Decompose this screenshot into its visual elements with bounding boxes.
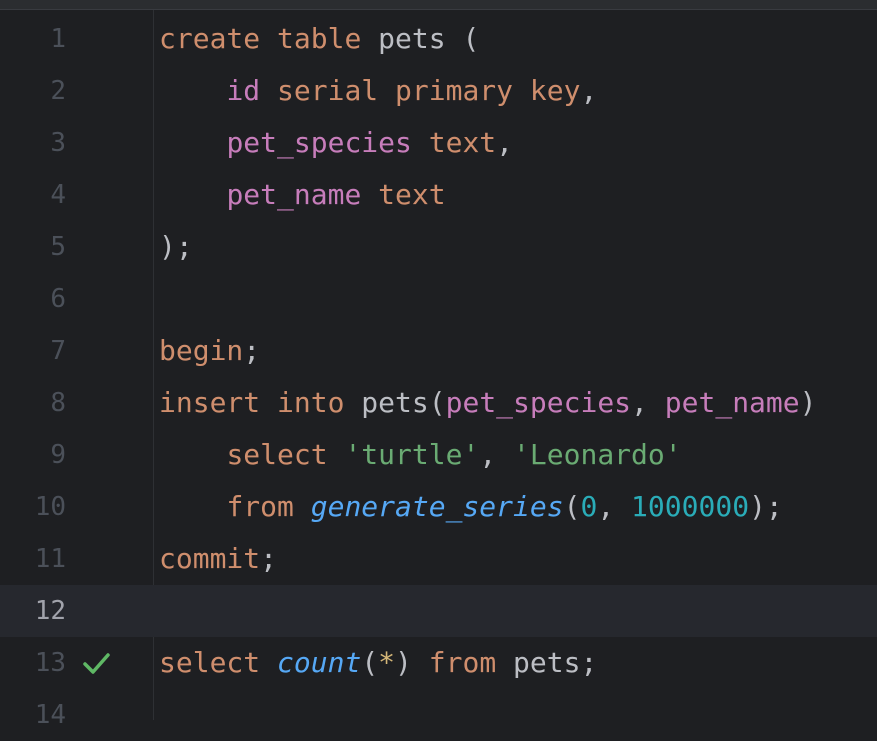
line-number[interactable]: 4 [0, 169, 66, 221]
token-kw: begin [159, 334, 244, 367]
code-line[interactable]: 7 begin; [0, 325, 877, 377]
token-kw: table [277, 22, 362, 55]
line-number[interactable]: 12 [0, 585, 66, 637]
token-plain: , [580, 74, 598, 107]
token-col: pet_species [445, 386, 632, 419]
token-plain: , [479, 438, 514, 471]
token-plain: , [496, 126, 514, 159]
token-plain: ) [395, 646, 429, 679]
code-line[interactable]: 5); [0, 221, 877, 273]
code-line[interactable]: 6 [0, 273, 877, 325]
line-number[interactable]: 11 [0, 533, 66, 585]
token-plain: ); [749, 490, 783, 523]
token-plain: , [597, 490, 632, 523]
code-text[interactable]: pet_species text, [159, 117, 513, 169]
token-kw: select [159, 646, 261, 679]
line-number[interactable]: 13 [0, 637, 66, 689]
code-line[interactable]: 13 select count(*) from pets; [0, 637, 877, 689]
code-line[interactable]: 11 commit; [0, 533, 877, 585]
code-text[interactable]: select 'turtle', 'Leonardo' [159, 429, 682, 481]
token-num: 1000000 [631, 490, 750, 523]
token-kw: text [378, 178, 446, 211]
line-number[interactable]: 9 [0, 429, 66, 481]
line-number[interactable]: 1 [0, 13, 66, 65]
token-plain: ) [799, 386, 817, 419]
token-kw: create [159, 22, 261, 55]
token-plain: pets ( [361, 22, 480, 55]
code-text[interactable]: insert into pets(pet_species, pet_name) [159, 377, 816, 429]
code-line[interactable]: 12 [0, 585, 877, 637]
token-plain: , [631, 386, 665, 419]
code-line[interactable]: 10 from generate_series(0, 1000000); [0, 481, 877, 533]
editor-tab-strip [0, 0, 877, 10]
token-kw: commit [159, 542, 261, 575]
token-kw: text [428, 126, 497, 159]
token-col: id [226, 74, 261, 107]
code-text[interactable]: id serial primary key, [159, 65, 597, 117]
code-line[interactable]: 14 [0, 689, 877, 741]
code-line[interactable]: 8 insert into pets(pet_species, pet_name) [0, 377, 877, 429]
code-text[interactable]: select count(*) from pets; [159, 637, 597, 689]
token-star: * [378, 646, 396, 679]
line-number[interactable]: 6 [0, 273, 66, 325]
token-kw: insert [159, 386, 261, 419]
checkmark-icon[interactable] [82, 649, 110, 677]
token-plain: ; [243, 334, 261, 367]
execution-status[interactable] [82, 637, 110, 689]
code-text[interactable]: create table pets ( [159, 13, 479, 65]
token-plain: ); [159, 230, 193, 263]
token-kw: serial primary key [277, 74, 581, 107]
code-line[interactable]: 9 select 'turtle', 'Leonardo' [0, 429, 877, 481]
token-plain: ( [563, 490, 581, 523]
line-number[interactable]: 5 [0, 221, 66, 273]
token-plain: pets; [496, 646, 598, 679]
code-line[interactable]: 4 pet_name text [0, 169, 877, 221]
token-str: 'Leonardo' [513, 438, 682, 471]
line-number[interactable]: 14 [0, 689, 66, 741]
token-kw: from [428, 646, 497, 679]
code-text[interactable]: ); [159, 221, 193, 273]
token-plain: pets( [344, 386, 446, 419]
token-kw: select [226, 438, 328, 471]
token-str: 'turtle' [344, 438, 480, 471]
code-text[interactable]: begin; [159, 325, 260, 377]
code-line[interactable]: 2 id serial primary key, [0, 65, 877, 117]
code-editor[interactable]: 1 create table pets (2 id serial primary … [0, 0, 877, 730]
code-line[interactable]: 3 pet_species text, [0, 117, 877, 169]
token-kw: into [277, 386, 345, 419]
code-line[interactable]: 1 create table pets ( [0, 13, 877, 65]
token-col: pet_name [664, 386, 800, 419]
code-text[interactable]: commit; [159, 533, 277, 585]
token-plain: ( [361, 646, 379, 679]
line-number[interactable]: 7 [0, 325, 66, 377]
token-plain: ; [260, 542, 278, 575]
line-number[interactable]: 8 [0, 377, 66, 429]
token-col: pet_name [226, 178, 362, 211]
code-text[interactable]: pet_name text [159, 169, 446, 221]
line-number[interactable]: 2 [0, 65, 66, 117]
token-fn: count [277, 646, 362, 679]
token-num: 0 [580, 490, 598, 523]
line-number[interactable]: 3 [0, 117, 66, 169]
token-fn: generate_series [310, 490, 564, 523]
token-kw: from [226, 490, 294, 523]
code-text[interactable]: from generate_series(0, 1000000); [159, 481, 783, 533]
token-col: pet_species [226, 126, 412, 159]
line-number[interactable]: 10 [0, 481, 66, 533]
